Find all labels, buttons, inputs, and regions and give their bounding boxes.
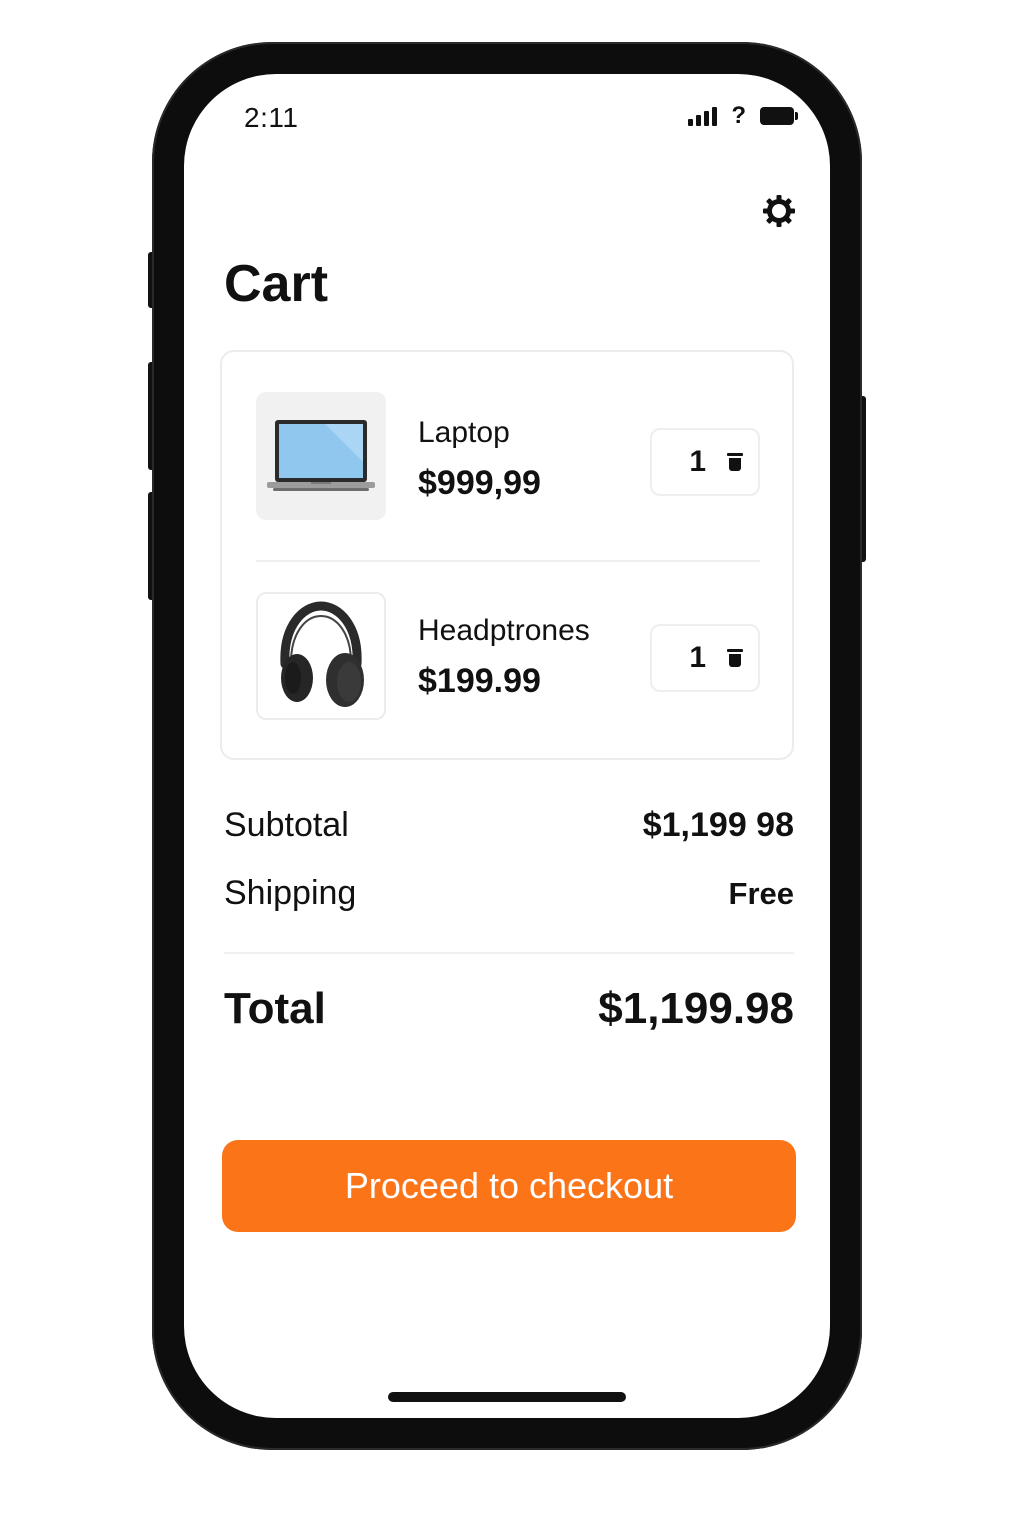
wifi-icon: ? [731, 102, 746, 129]
shipping-row: Shipping Free [224, 874, 794, 913]
home-indicator[interactable] [388, 1392, 626, 1402]
battery-icon [760, 107, 798, 125]
total-value: $1,199.98 [598, 984, 794, 1033]
status-time: 2:11 [244, 102, 299, 133]
total-label: Total [224, 984, 326, 1033]
item-divider [256, 560, 760, 562]
phone-screen: 2:11 ? Cart Laptop $999,99 1 Headptrones… [184, 74, 830, 1418]
quantity-stepper[interactable]: 1 [650, 624, 760, 692]
summary-divider [224, 952, 794, 954]
trash-icon[interactable] [727, 453, 743, 471]
status-icons: ? [688, 102, 798, 129]
checkout-button[interactable]: Proceed to checkout [222, 1140, 796, 1232]
item-price: $199.99 [418, 662, 541, 700]
quantity-value: 1 [689, 641, 706, 674]
subtotal-row: Subtotal $1,199 98 [224, 806, 794, 845]
page-title: Cart [224, 255, 329, 313]
canvas: 2:11 ? Cart Laptop $999,99 1 Headptrones… [0, 0, 1024, 1536]
shipping-label: Shipping [224, 874, 357, 912]
subtotal-label: Subtotal [224, 806, 349, 844]
cellular-signal-icon [688, 106, 718, 126]
gear-icon[interactable] [762, 194, 796, 228]
trash-icon[interactable] [727, 649, 743, 667]
total-row: Total $1,199.98 [224, 984, 794, 1034]
item-name: Headptrones [418, 614, 590, 647]
cart-items-card: Laptop $999,99 1 Headptrones $199.99 1 [220, 350, 794, 760]
item-name: Laptop [418, 416, 510, 449]
shipping-value: Free [728, 876, 794, 911]
item-price: $999,99 [418, 464, 541, 502]
headphones-image [256, 592, 386, 720]
cart-item-laptop[interactable]: Laptop $999,99 1 [222, 392, 792, 532]
laptop-image [256, 392, 386, 520]
quantity-stepper[interactable]: 1 [650, 428, 760, 496]
quantity-value: 1 [689, 445, 706, 478]
subtotal-value: $1,199 98 [642, 806, 794, 844]
cart-item-headphones[interactable]: Headptrones $199.99 1 [222, 592, 792, 732]
